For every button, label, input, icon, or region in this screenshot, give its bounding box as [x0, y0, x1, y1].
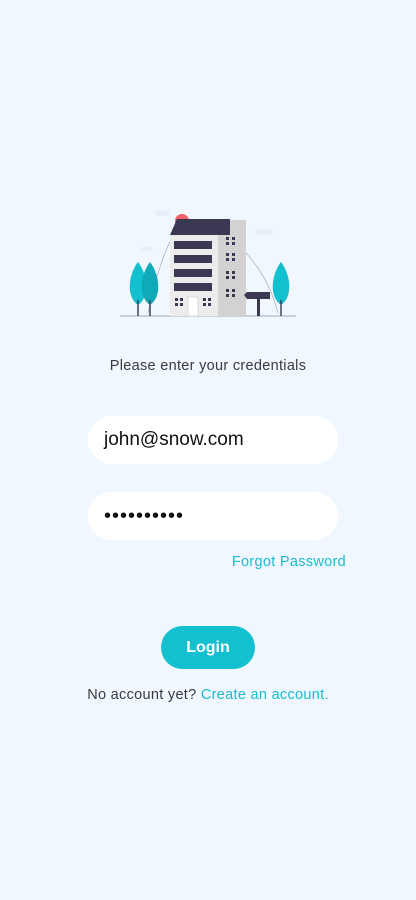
apartment-building-illustration — [120, 210, 296, 317]
forgot-password-link[interactable]: Forgot Password — [232, 554, 346, 570]
no-account-text: No account yet? — [87, 687, 197, 703]
email-value: john@snow.com — [104, 429, 244, 450]
password-input[interactable]: •••••••••• — [88, 492, 338, 540]
credentials-prompt: Please enter your credentials — [109, 358, 307, 374]
password-value: •••••••••• — [104, 504, 185, 527]
signup-prompt: No account yet? Create an account. — [0, 687, 416, 703]
email-input[interactable]: john@snow.com — [88, 416, 338, 464]
login-button[interactable]: Login — [161, 626, 255, 669]
create-account-link[interactable]: Create an account. — [201, 687, 329, 703]
